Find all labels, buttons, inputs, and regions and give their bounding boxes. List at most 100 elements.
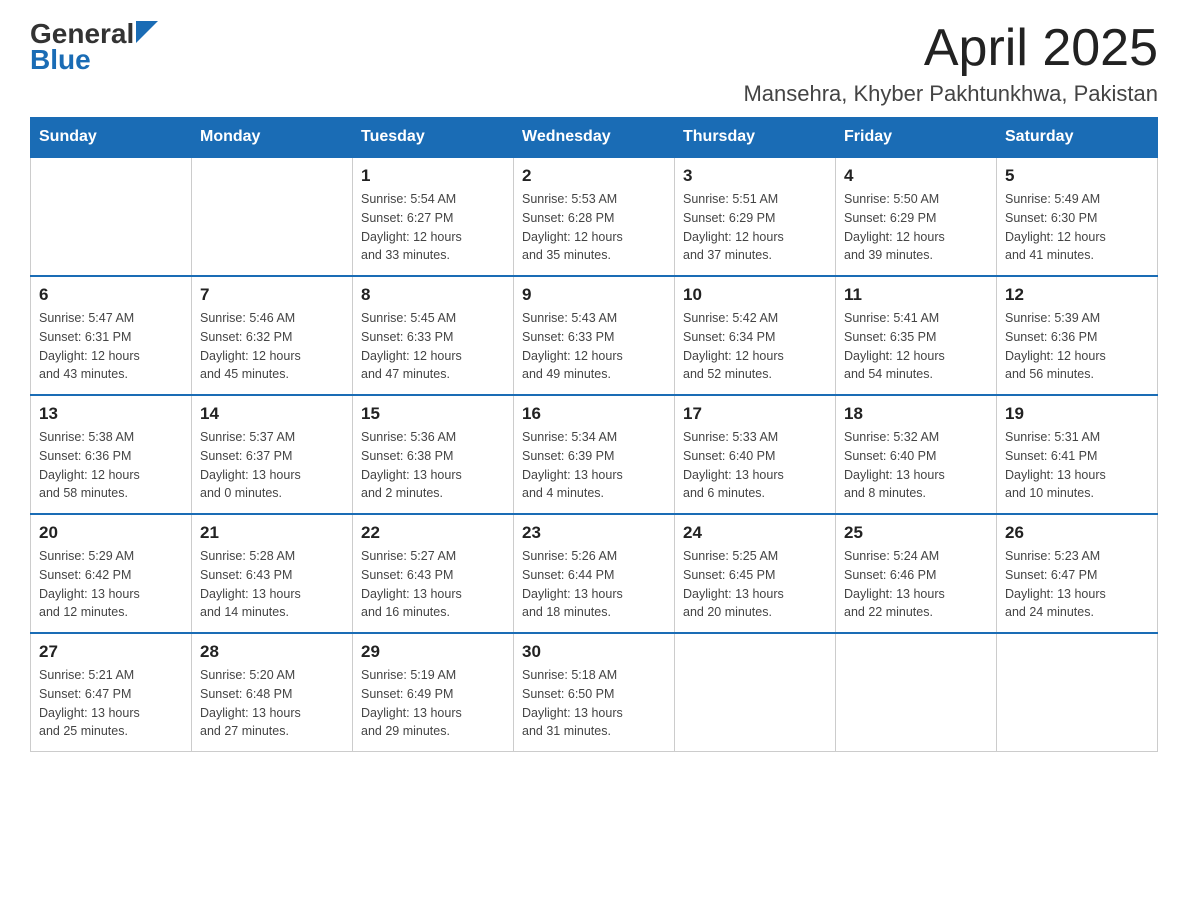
day-number: 8 [361, 285, 505, 305]
logo-triangle-icon [136, 21, 158, 43]
day-number: 28 [200, 642, 344, 662]
day-info: Sunrise: 5:34 AM Sunset: 6:39 PM Dayligh… [522, 428, 666, 503]
day-number: 15 [361, 404, 505, 424]
weekday-header-thursday: Thursday [675, 118, 836, 158]
day-cell: 15 Sunrise: 5:36 AM Sunset: 6:38 PM Dayli… [353, 395, 514, 514]
day-cell: 8 Sunrise: 5:45 AM Sunset: 6:33 PM Daylig… [353, 276, 514, 395]
day-number: 30 [522, 642, 666, 662]
day-number: 13 [39, 404, 183, 424]
day-cell: 29 Sunrise: 5:19 AM Sunset: 6:49 PM Dayli… [353, 633, 514, 752]
day-info: Sunrise: 5:39 AM Sunset: 6:36 PM Dayligh… [1005, 309, 1149, 384]
day-cell: 21 Sunrise: 5:28 AM Sunset: 6:43 PM Dayli… [192, 514, 353, 633]
day-cell: 10Sunrise: 5:42 AM Sunset: 6:34 PM Dayli… [675, 276, 836, 395]
week-row-2: 6 Sunrise: 5:47 AM Sunset: 6:31 PM Daylig… [31, 276, 1158, 395]
weekday-header-sunday: Sunday [31, 118, 192, 158]
day-info: Sunrise: 5:28 AM Sunset: 6:43 PM Dayligh… [200, 547, 344, 622]
day-number: 21 [200, 523, 344, 543]
day-number: 16 [522, 404, 666, 424]
day-info: Sunrise: 5:19 AM Sunset: 6:49 PM Dayligh… [361, 666, 505, 741]
week-row-4: 20 Sunrise: 5:29 AM Sunset: 6:42 PM Dayli… [31, 514, 1158, 633]
day-cell [31, 157, 192, 276]
day-number: 7 [200, 285, 344, 305]
day-info: Sunrise: 5:46 AM Sunset: 6:32 PM Dayligh… [200, 309, 344, 384]
day-cell: 13 Sunrise: 5:38 AM Sunset: 6:36 PM Dayli… [31, 395, 192, 514]
day-cell: 27Sunrise: 5:21 AM Sunset: 6:47 PM Dayli… [31, 633, 192, 752]
week-row-5: 27Sunrise: 5:21 AM Sunset: 6:47 PM Dayli… [31, 633, 1158, 752]
day-cell [675, 633, 836, 752]
day-info: Sunrise: 5:51 AM Sunset: 6:29 PM Dayligh… [683, 190, 827, 265]
day-number: 11 [844, 285, 988, 305]
day-info: Sunrise: 5:33 AM Sunset: 6:40 PM Dayligh… [683, 428, 827, 503]
day-number: 18 [844, 404, 988, 424]
day-info: Sunrise: 5:26 AM Sunset: 6:44 PM Dayligh… [522, 547, 666, 622]
day-number: 19 [1005, 404, 1149, 424]
calendar-table: SundayMondayTuesdayWednesdayThursdayFrid… [30, 117, 1158, 752]
day-info: Sunrise: 5:45 AM Sunset: 6:33 PM Dayligh… [361, 309, 505, 384]
weekday-header-friday: Friday [836, 118, 997, 158]
day-cell: 3Sunrise: 5:51 AM Sunset: 6:29 PM Daylig… [675, 157, 836, 276]
day-number: 2 [522, 166, 666, 186]
day-cell: 11Sunrise: 5:41 AM Sunset: 6:35 PM Dayli… [836, 276, 997, 395]
day-cell: 20 Sunrise: 5:29 AM Sunset: 6:42 PM Dayli… [31, 514, 192, 633]
day-info: Sunrise: 5:37 AM Sunset: 6:37 PM Dayligh… [200, 428, 344, 503]
day-cell: 19 Sunrise: 5:31 AM Sunset: 6:41 PM Dayli… [997, 395, 1158, 514]
day-number: 20 [39, 523, 183, 543]
day-cell: 1 Sunrise: 5:54 AM Sunset: 6:27 PM Daylig… [353, 157, 514, 276]
weekday-header-monday: Monday [192, 118, 353, 158]
month-title: April 2025 [743, 20, 1158, 77]
day-cell [192, 157, 353, 276]
day-cell: 26 Sunrise: 5:23 AM Sunset: 6:47 PM Dayli… [997, 514, 1158, 633]
day-number: 12 [1005, 285, 1149, 305]
day-info: Sunrise: 5:31 AM Sunset: 6:41 PM Dayligh… [1005, 428, 1149, 503]
day-info: Sunrise: 5:21 AM Sunset: 6:47 PM Dayligh… [39, 666, 183, 741]
day-cell: 17 Sunrise: 5:33 AM Sunset: 6:40 PM Dayli… [675, 395, 836, 514]
day-cell: 24 Sunrise: 5:25 AM Sunset: 6:45 PM Dayli… [675, 514, 836, 633]
day-number: 17 [683, 404, 827, 424]
day-cell: 16 Sunrise: 5:34 AM Sunset: 6:39 PM Dayli… [514, 395, 675, 514]
day-info: Sunrise: 5:38 AM Sunset: 6:36 PM Dayligh… [39, 428, 183, 503]
day-info: Sunrise: 5:53 AM Sunset: 6:28 PM Dayligh… [522, 190, 666, 265]
day-number: 6 [39, 285, 183, 305]
page-header: General Blue April 2025 Mansehra, Khyber… [30, 20, 1158, 107]
day-info: Sunrise: 5:32 AM Sunset: 6:40 PM Dayligh… [844, 428, 988, 503]
logo-blue-text: Blue [30, 46, 91, 74]
day-number: 25 [844, 523, 988, 543]
day-number: 4 [844, 166, 988, 186]
day-cell: 5 Sunrise: 5:49 AM Sunset: 6:30 PM Daylig… [997, 157, 1158, 276]
week-row-1: 1 Sunrise: 5:54 AM Sunset: 6:27 PM Daylig… [31, 157, 1158, 276]
title-block: April 2025 Mansehra, Khyber Pakhtunkhwa,… [743, 20, 1158, 107]
day-info: Sunrise: 5:27 AM Sunset: 6:43 PM Dayligh… [361, 547, 505, 622]
weekday-header-row: SundayMondayTuesdayWednesdayThursdayFrid… [31, 118, 1158, 158]
day-cell [997, 633, 1158, 752]
day-info: Sunrise: 5:18 AM Sunset: 6:50 PM Dayligh… [522, 666, 666, 741]
day-cell: 23Sunrise: 5:26 AM Sunset: 6:44 PM Dayli… [514, 514, 675, 633]
day-info: Sunrise: 5:29 AM Sunset: 6:42 PM Dayligh… [39, 547, 183, 622]
weekday-header-saturday: Saturday [997, 118, 1158, 158]
day-cell: 9 Sunrise: 5:43 AM Sunset: 6:33 PM Daylig… [514, 276, 675, 395]
day-number: 29 [361, 642, 505, 662]
weekday-header-tuesday: Tuesday [353, 118, 514, 158]
day-cell: 6 Sunrise: 5:47 AM Sunset: 6:31 PM Daylig… [31, 276, 192, 395]
day-cell: 25Sunrise: 5:24 AM Sunset: 6:46 PM Dayli… [836, 514, 997, 633]
day-info: Sunrise: 5:25 AM Sunset: 6:45 PM Dayligh… [683, 547, 827, 622]
day-cell: 28 Sunrise: 5:20 AM Sunset: 6:48 PM Dayli… [192, 633, 353, 752]
day-cell [836, 633, 997, 752]
day-info: Sunrise: 5:23 AM Sunset: 6:47 PM Dayligh… [1005, 547, 1149, 622]
day-number: 10 [683, 285, 827, 305]
day-info: Sunrise: 5:20 AM Sunset: 6:48 PM Dayligh… [200, 666, 344, 741]
day-info: Sunrise: 5:43 AM Sunset: 6:33 PM Dayligh… [522, 309, 666, 384]
day-number: 14 [200, 404, 344, 424]
day-number: 26 [1005, 523, 1149, 543]
day-cell: 30 Sunrise: 5:18 AM Sunset: 6:50 PM Dayli… [514, 633, 675, 752]
day-info: Sunrise: 5:47 AM Sunset: 6:31 PM Dayligh… [39, 309, 183, 384]
day-number: 24 [683, 523, 827, 543]
day-number: 1 [361, 166, 505, 186]
day-cell: 7 Sunrise: 5:46 AM Sunset: 6:32 PM Daylig… [192, 276, 353, 395]
day-info: Sunrise: 5:36 AM Sunset: 6:38 PM Dayligh… [361, 428, 505, 503]
day-info: Sunrise: 5:49 AM Sunset: 6:30 PM Dayligh… [1005, 190, 1149, 265]
day-info: Sunrise: 5:54 AM Sunset: 6:27 PM Dayligh… [361, 190, 505, 265]
day-number: 22 [361, 523, 505, 543]
day-number: 5 [1005, 166, 1149, 186]
location-title: Mansehra, Khyber Pakhtunkhwa, Pakistan [743, 81, 1158, 107]
day-number: 9 [522, 285, 666, 305]
